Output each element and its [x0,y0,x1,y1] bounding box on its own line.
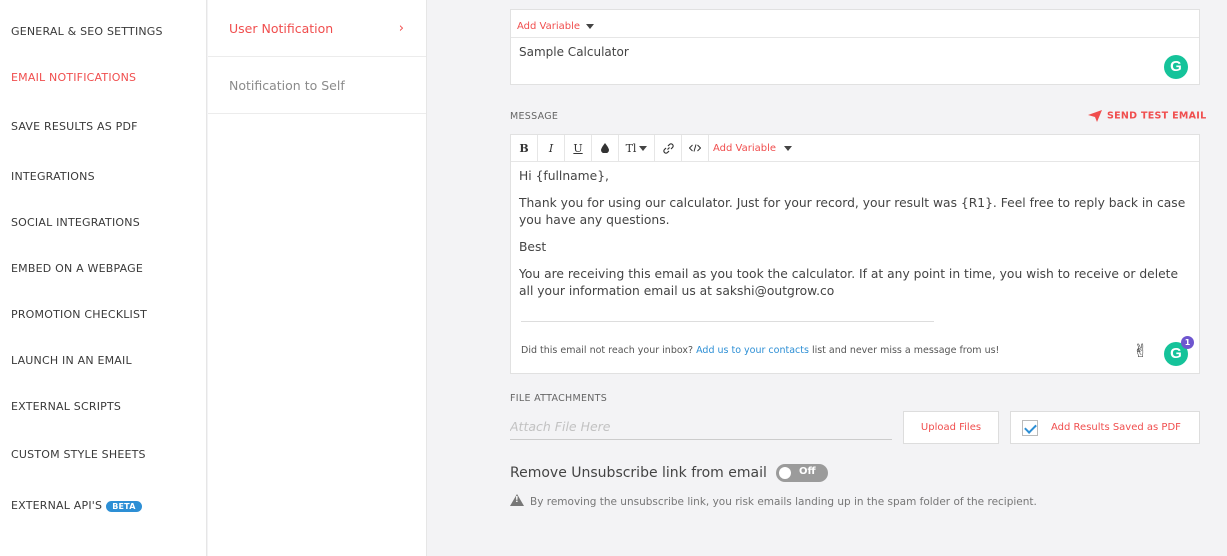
caret-down-icon [586,23,595,29]
sidebar-item-general-seo[interactable]: GENERAL & SEO SETTINGS [11,25,163,38]
send-test-label: SEND TEST EMAIL [1107,110,1207,122]
message-add-variable-dropdown[interactable]: Add Variable [709,135,793,161]
sidebar-item-promotion-checklist[interactable]: PROMOTION CHECKLIST [11,308,147,321]
subject-text[interactable]: Sample Calculator [519,45,629,59]
sidebar-item-launch-email[interactable]: LAUNCH IN AN EMAIL [11,354,132,367]
caret-down-icon [784,145,793,151]
message-label: MESSAGE [510,111,559,122]
message-paragraph: You are receiving this email as you took… [519,267,1179,298]
settings-sidebar: GENERAL & SEO SETTINGS EMAIL NOTIFICATIO… [0,0,207,556]
subject-add-variable-dropdown[interactable]: Add Variable [517,21,595,32]
message-paragraph: Thank you for using our calculator. Just… [519,196,1186,227]
text-size-dropdown[interactable]: Tl [619,135,655,161]
link-button[interactable] [655,135,682,161]
message-footer-note: Did this email not reach your inbox? Add… [521,345,999,356]
code-icon [689,144,701,152]
message-signoff: Best [519,240,547,254]
sidebar-item-external-scripts[interactable]: EXTERNAL SCRIPTS [11,400,121,413]
message-editor[interactable]: B I U Tl Add Variable Hi {fullname}, Tha… [510,134,1200,374]
attach-file-input[interactable] [510,414,892,440]
subnav-item-notification-to-self[interactable]: Notification to Self [208,57,426,114]
toggle-state-label: Off [799,466,816,477]
chevron-right-icon: › [398,21,404,36]
link-icon [662,142,674,154]
sidebar-item-email-notifications[interactable]: EMAIL NOTIFICATIONS [11,71,136,84]
notification-subnav: User Notification › Notification to Self [208,0,427,556]
text-color-button[interactable] [592,135,619,161]
message-body[interactable]: Hi {fullname}, Thank you for using our c… [511,162,1199,316]
file-attachments-label: FILE ATTACHMENTS [510,393,608,404]
sidebar-item-label: EXTERNAL API'S [11,499,103,512]
text-size-label: Tl [625,141,637,155]
subject-toolbar: Add Variable [511,10,1199,38]
code-button[interactable] [682,135,709,161]
grammarly-icon[interactable]: G [1164,55,1188,79]
caret-down-icon [639,145,648,151]
bold-button[interactable]: B [511,135,538,161]
italic-button[interactable]: I [538,135,565,161]
sidebar-item-custom-style-sheets[interactable]: CUSTOM STYLE SHEETS [11,448,146,461]
editor-toolbar: B I U Tl Add Variable [511,135,1199,162]
footer-suffix: list and never miss a message from us! [811,345,1000,356]
paper-plane-icon [1088,110,1102,122]
add-to-contacts-link[interactable]: Add us to your contacts [696,345,809,356]
subnav-item-user-notification[interactable]: User Notification › [208,0,426,57]
checkbox-checked-icon [1022,420,1038,436]
divider [521,321,934,322]
warning-text: By removing the unsubscribe link, you ri… [530,496,1037,508]
send-test-email-button[interactable]: SEND TEST EMAIL [1088,110,1206,122]
add-results-pdf-label: Add Results Saved as PDF [1051,422,1181,433]
grammarly-count-badge: 1 [1181,336,1194,349]
sidebar-item-social-integrations[interactable]: SOCIAL INTEGRATIONS [11,216,140,229]
sidebar-item-save-results-pdf[interactable]: SAVE RESULTS AS PDF [11,120,138,133]
sidebar-item-integrations[interactable]: INTEGRATIONS [11,170,95,183]
color-drop-icon [601,143,609,153]
subnav-item-label: User Notification [229,21,334,36]
victory-hand-icon: ✌ [1133,341,1149,362]
sidebar-item-embed-webpage[interactable]: EMBED ON A WEBPAGE [11,262,143,275]
toggle-knob [779,467,791,479]
sidebar-item-external-apis[interactable]: EXTERNAL API'S BETA [11,499,142,512]
upload-files-button[interactable]: Upload Files [903,411,999,444]
add-results-pdf-checkbox[interactable]: Add Results Saved as PDF [1010,411,1200,444]
subject-editor[interactable]: Add Variable Sample Calculator G [510,9,1200,85]
subnav-item-label: Notification to Self [229,78,345,93]
unsubscribe-warning: By removing the unsubscribe link, you ri… [510,494,1037,508]
beta-badge: BETA [106,500,142,512]
footer-prefix: Did this email not reach your inbox? [521,345,694,356]
warning-icon [510,494,524,506]
underline-button[interactable]: U [565,135,592,161]
message-greeting: Hi {fullname}, [519,169,609,183]
add-variable-label: Add Variable [517,21,581,32]
remove-unsubscribe-label: Remove Unsubscribe link from email [510,465,767,481]
remove-unsubscribe-toggle[interactable]: Off [776,464,828,482]
add-variable-label: Add Variable [713,142,777,154]
